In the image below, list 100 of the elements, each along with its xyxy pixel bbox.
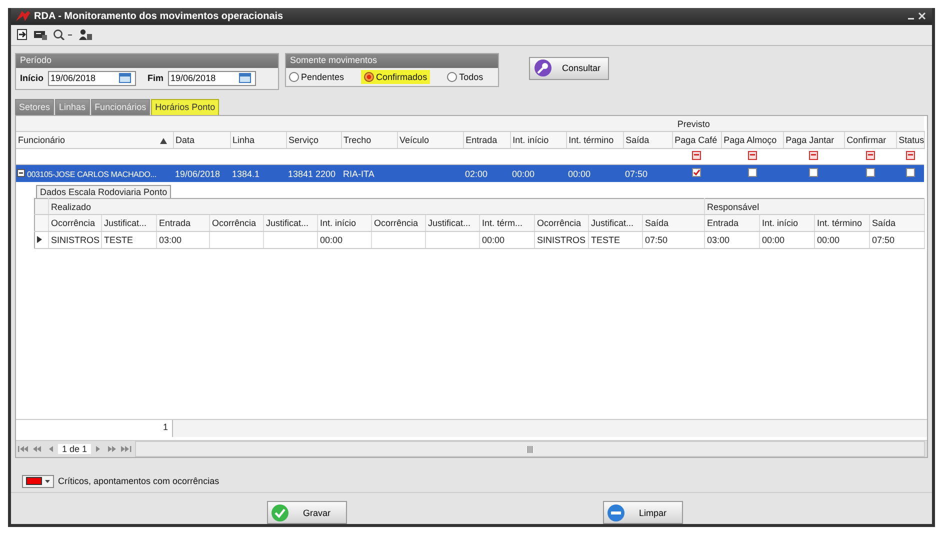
table-cell: 19/06/2018	[175, 168, 220, 179]
column-header[interactable]: Justificat...	[264, 214, 318, 232]
last-page-icon[interactable]	[120, 445, 132, 453]
table-cell: 00:00	[512, 168, 535, 179]
column-header[interactable]: Entrada	[156, 214, 210, 232]
date-field[interactable]: 19/06/2018	[48, 70, 136, 86]
column-header[interactable]: Int. término	[566, 132, 624, 149]
table-cell: SINISTROS	[537, 235, 586, 246]
date-input[interactable]: 19/06/2018	[50, 73, 119, 84]
date-input[interactable]: 19/06/2018	[170, 73, 239, 84]
table-cell: 00:00	[482, 235, 505, 246]
column-header[interactable]: Int. início	[760, 214, 815, 232]
table-cell: 02:00	[465, 168, 488, 179]
calendar-icon[interactable]	[238, 73, 251, 84]
filter-checkbox-icon[interactable]	[692, 151, 702, 160]
summary-count: 1	[16, 420, 173, 437]
column-header[interactable]: Saída	[870, 214, 925, 232]
close-icon[interactable]	[918, 12, 926, 20]
radio-option[interactable]: Confirmados	[361, 70, 430, 84]
band-header: Responsável	[704, 198, 925, 215]
table-cell: 003105-JOSE CARLOS MACHADO...	[27, 170, 156, 179]
column-header[interactable]: Paga Café	[672, 132, 722, 149]
filter-checkbox-icon[interactable]	[906, 151, 915, 160]
checkbox[interactable]	[809, 168, 818, 178]
checkbox[interactable]	[866, 168, 874, 178]
filter-checkbox-icon[interactable]	[866, 151, 875, 160]
table-cell: 00:00	[817, 235, 840, 246]
column-header[interactable]: Ocorrência	[210, 214, 264, 232]
checkbox[interactable]	[748, 168, 756, 178]
tab[interactable]: Horários Ponto	[151, 98, 220, 115]
table-cell: 03:00	[159, 235, 182, 246]
checkbox[interactable]	[906, 168, 914, 178]
calendar-icon[interactable]	[118, 73, 131, 84]
column-header[interactable]: Int. início	[510, 132, 566, 149]
next-set-icon[interactable]	[106, 445, 118, 453]
column-header[interactable]: Int. término	[814, 214, 870, 232]
horizontal-scrollbar[interactable]	[135, 441, 925, 457]
filter-checkbox-icon[interactable]	[809, 151, 818, 160]
column-label: Funcionário	[18, 135, 66, 146]
sort-icon[interactable]	[160, 138, 166, 144]
user-icon[interactable]	[79, 29, 92, 40]
column-header[interactable]: Entrada	[704, 214, 760, 232]
search-icon[interactable]	[53, 29, 73, 40]
collapse-icon[interactable]	[17, 168, 25, 177]
column-header[interactable]: Serviço	[286, 132, 341, 149]
logo-icon	[15, 10, 31, 22]
date-field[interactable]: 19/06/2018	[168, 70, 256, 86]
column-header[interactable]: Int. início	[318, 214, 372, 232]
column-header[interactable]: Paga Almoço	[721, 132, 784, 149]
column-header[interactable]: Int. térm...	[480, 214, 534, 232]
card-icon[interactable]	[34, 30, 47, 40]
band-header: Previsto	[463, 116, 924, 132]
radio-option[interactable]: Pendentes	[286, 70, 348, 84]
column-header[interactable]: Justificat...	[426, 214, 480, 232]
color-swatch-icon	[26, 477, 42, 485]
window-title: RDA - Monitoramento dos movimentos operacionais	[34, 10, 284, 22]
radio-icon[interactable]	[447, 72, 458, 82]
column-header[interactable]: Paga Jantar	[783, 132, 844, 149]
column-header[interactable]: Funcionário	[16, 132, 173, 149]
clear-button[interactable]: Limpar	[603, 501, 683, 524]
column-header[interactable]: Linha	[230, 132, 286, 149]
table-cell: TESTE	[104, 235, 134, 246]
column-header[interactable]: Veículo	[397, 132, 464, 149]
first-page-icon[interactable]	[17, 445, 29, 453]
band-header: Realizado	[48, 198, 705, 215]
table-cell: 03:00	[707, 235, 730, 246]
column-header[interactable]: Ocorrência	[534, 214, 588, 232]
caret-icon	[45, 480, 50, 482]
checkbox[interactable]	[692, 168, 701, 178]
field-label: Início	[20, 73, 44, 84]
table-row[interactable]: 003105-JOSE CARLOS MACHADO... 19/06/2018 1384.1 13841 2200 RIA-ITA 02:00 00:00 00:00 07:50	[16, 165, 924, 182]
tab[interactable]: Dados Escala Rodoviaria Ponto	[36, 185, 172, 198]
column-header[interactable]: Saída	[623, 132, 672, 149]
radio-icon[interactable]	[364, 72, 374, 82]
consultar-button[interactable]: Consultar	[529, 56, 609, 80]
column-header[interactable]: Justificat...	[102, 214, 156, 232]
panel-title: Período	[16, 54, 278, 68]
minus-icon	[607, 504, 625, 522]
exit-icon[interactable]	[17, 29, 28, 40]
column-header[interactable]: Entrada	[463, 132, 510, 149]
column-header[interactable]: Data	[173, 132, 230, 149]
scroll-grip-icon[interactable]	[527, 446, 534, 452]
radio-option[interactable]: Todos	[444, 70, 486, 84]
radio-icon[interactable]	[289, 72, 299, 82]
table-cell: 00:00	[568, 168, 591, 179]
column-header[interactable]: Justificat...	[588, 214, 642, 232]
previous-set-icon[interactable]	[31, 445, 43, 453]
column-header[interactable]: Confirmar	[844, 132, 896, 149]
column-header[interactable]: Trecho	[341, 132, 397, 149]
column-header[interactable]: Ocorrência	[372, 214, 426, 232]
filter-checkbox-icon[interactable]	[748, 151, 757, 160]
table-cell: 00:00	[762, 235, 785, 246]
table-cell: 00:00	[320, 235, 343, 246]
row-pointer-icon	[37, 236, 42, 244]
save-button[interactable]: Gravar	[267, 501, 347, 524]
column-header[interactable]: Saída	[642, 214, 705, 232]
column-header[interactable]: Ocorrência	[48, 214, 102, 232]
table-cell: 13841 2200	[288, 168, 336, 179]
color-picker[interactable]	[22, 474, 54, 488]
table-cell: 07:50	[872, 235, 895, 246]
